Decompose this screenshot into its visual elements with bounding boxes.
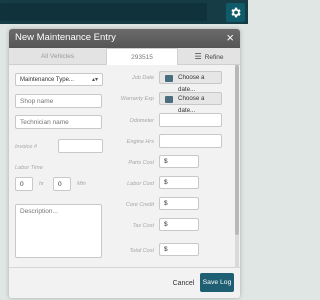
calendar-icon [165,96,173,103]
close-icon[interactable]: × [226,30,234,46]
maintenance-entry-modal: New Maintenance Entry × All Vehicles 293… [9,29,240,298]
top-bar [0,0,248,24]
tab-vehicle-293515[interactable]: 293515 [106,48,178,65]
dollar-sign: $ [164,179,168,186]
job-date-picker[interactable]: Choose a date... [159,71,222,93]
top-search-field[interactable] [0,3,207,21]
core-credit-input[interactable]: $ [159,197,199,210]
dollar-sign: $ [164,221,168,228]
odometer-label: Odometer [129,118,154,124]
minutes-unit-label: Min [77,181,86,187]
core-credit-label: Core Credit [125,202,154,208]
tax-cost-label: Tax Cost [132,223,154,229]
sliders-icon: ☰ [194,52,202,61]
dollar-sign: $ [164,158,168,165]
odometer-input[interactable] [159,113,222,127]
job-date-label: Job Date [131,75,154,81]
modal-body: Maintenance Type... ▴▾ Invoice # Labor T… [9,65,240,267]
labor-time-label: Labor Time [15,165,43,171]
labor-cost-input[interactable]: $ [159,176,199,189]
hours-unit-label: hr [39,181,44,187]
labor-cost-label: Labor Cost [127,181,154,187]
warranty-exp-picker[interactable]: Choose a date... [159,92,222,114]
total-cost-label: Total Cost [129,248,154,254]
invoice-label: Invoice # [15,144,38,150]
tab-refine[interactable]: ☰ Refine [178,48,240,65]
tab-all-vehicles[interactable]: All Vehicles [9,48,106,65]
tab-refine-label: Refine [204,54,224,61]
warranty-exp-label: Warranty Exp [120,96,154,102]
labor-minutes-input[interactable] [53,177,71,191]
scrollbar-thumb[interactable] [235,65,239,235]
gear-icon [231,7,241,18]
scrollbar[interactable] [235,65,239,267]
job-date-value: Choose a date... [178,74,205,93]
modal-footer: Cancel Save Log [9,267,240,298]
modal-title: New Maintenance Entry [15,32,116,43]
cancel-button[interactable]: Cancel [171,276,196,291]
save-log-button[interactable]: Save Log [200,273,234,292]
settings-button[interactable] [226,3,245,22]
tab-bar: All Vehicles 293515 ☰ Refine [9,48,240,65]
dollar-sign: $ [164,246,168,253]
warranty-exp-value: Choose a date... [178,95,205,114]
modal-header: New Maintenance Entry × [9,29,240,48]
labor-hours-input[interactable] [15,177,33,191]
parts-cost-input[interactable]: $ [159,155,199,168]
parts-cost-label: Parts Cost [128,160,154,166]
total-cost-input[interactable]: $ [159,243,199,256]
engine-hrs-input[interactable] [159,134,222,148]
maintenance-type-value: Maintenance Type... [20,77,74,83]
engine-hrs-label: Engine Hrs [126,139,154,145]
tax-cost-input[interactable]: $ [159,218,199,231]
calendar-icon [165,75,173,82]
dollar-sign: $ [164,200,168,207]
